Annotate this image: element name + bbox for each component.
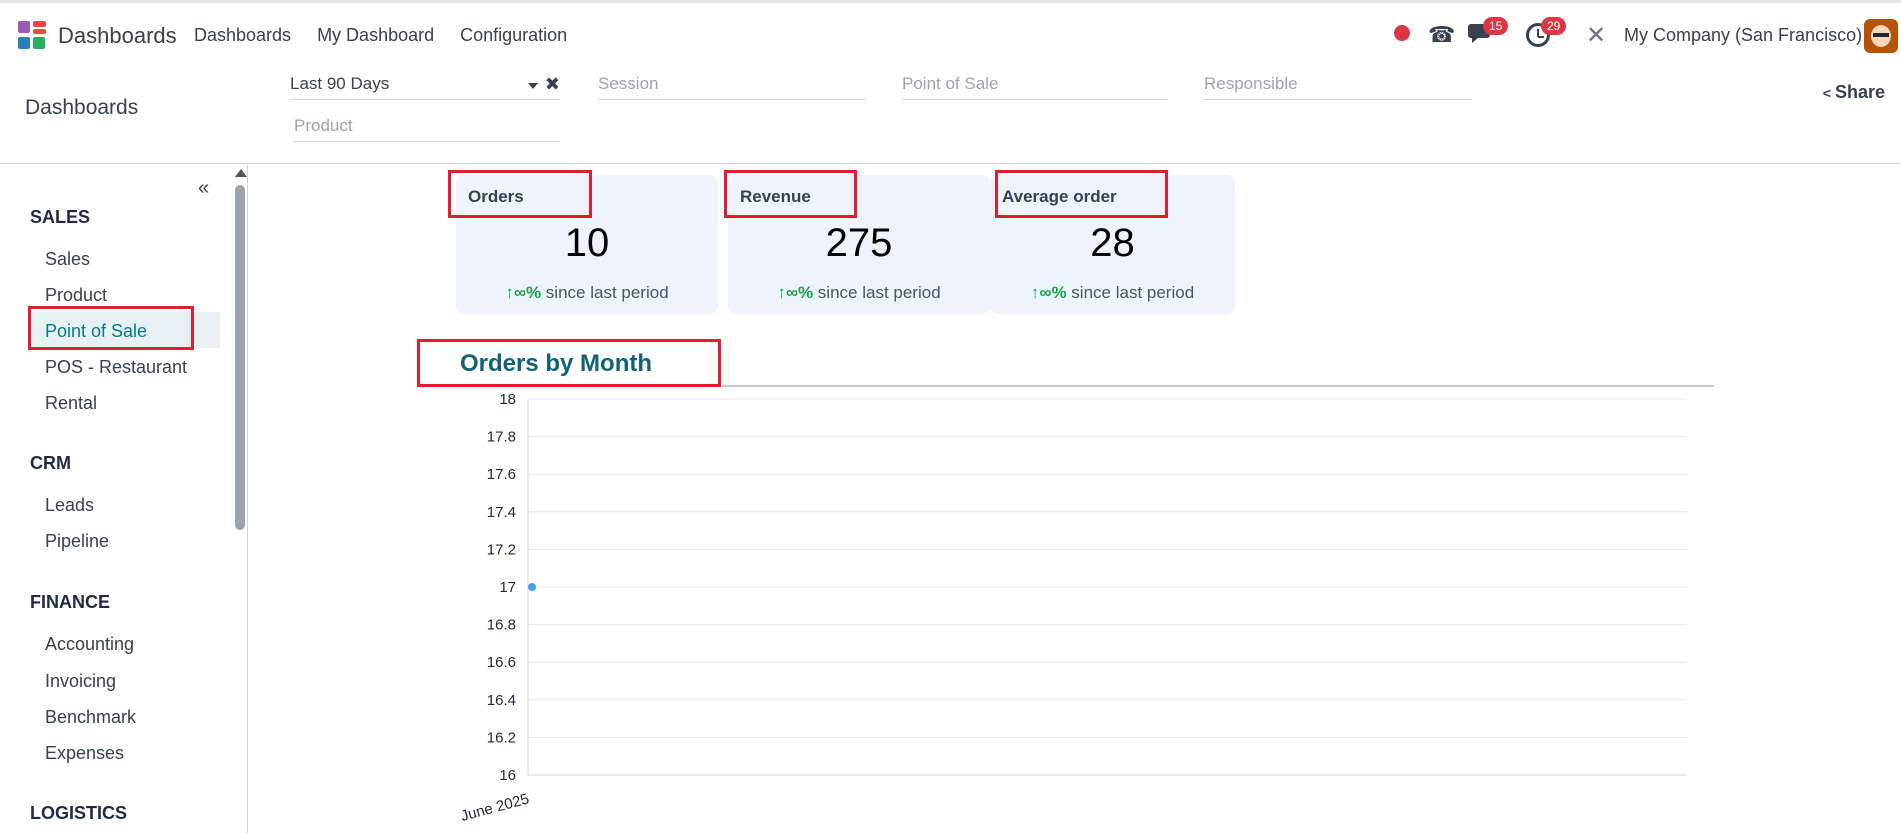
sidebar-item-expenses[interactable]: Expenses: [45, 743, 124, 764]
activity-count-badge: 29: [1541, 17, 1567, 35]
sidebar-section-logistics: LOGISTICS: [30, 803, 128, 823]
sidebar-item-accounting[interactable]: Accounting: [45, 634, 134, 655]
user-avatar[interactable]: [1864, 19, 1898, 53]
chart-data-point: [528, 583, 536, 591]
point-of-sale-filter[interactable]: Point of Sale: [902, 74, 1167, 100]
trend-up-icon: ↑∞%: [1030, 283, 1067, 302]
trend-up-icon: ↑∞%: [505, 283, 542, 302]
dashboards-app-icon[interactable]: [18, 21, 46, 49]
recording-indicator-icon[interactable]: [1394, 25, 1410, 41]
product-filter-placeholder: Product: [294, 116, 353, 135]
kpi-value: 275: [825, 221, 893, 265]
sidebar-item-sales[interactable]: Sales: [45, 249, 90, 270]
pos-filter-placeholder: Point of Sale: [902, 74, 999, 93]
kpi-value: 10: [564, 221, 610, 265]
chart-y-tick-label: 17: [499, 579, 516, 596]
sidebar-item-leads[interactable]: Leads: [45, 495, 94, 516]
sidebar-item-pipeline[interactable]: Pipeline: [45, 531, 109, 552]
highlight-box-revenue: [724, 170, 857, 218]
session-filter-placeholder: Session: [598, 74, 659, 93]
chart-y-tick-label: 17.2: [487, 541, 516, 558]
product-filter[interactable]: Product: [294, 116, 560, 142]
scrollbar-thumb[interactable]: [235, 185, 245, 530]
date-filter[interactable]: Last 90 Days ✖: [290, 74, 560, 100]
session-filter[interactable]: Session: [598, 74, 866, 100]
chart-y-tick-label: 17.8: [487, 429, 516, 446]
menu-my-dashboard[interactable]: My Dashboard: [317, 25, 434, 46]
trend-up-icon: ↑∞%: [777, 283, 814, 302]
share-button[interactable]: < Share: [1823, 82, 1885, 103]
phone-icon[interactable]: ☎: [1428, 22, 1455, 48]
sidebar-item-rental[interactable]: Rental: [45, 393, 97, 414]
chart-y-tick-label: 16.8: [487, 617, 516, 634]
chart-y-tick-label: 18: [499, 391, 516, 408]
chat-count-badge: 15: [1483, 17, 1509, 35]
debug-tools-icon[interactable]: ✕: [1586, 21, 1606, 50]
kpi-trend: ↑∞% since last period: [728, 283, 990, 303]
chart-x-tick-label: June 2025: [459, 790, 531, 825]
highlight-box-orders: [448, 170, 592, 218]
sidebar-section-crm: CRM: [30, 453, 71, 473]
kpi-trend: ↑∞% since last period: [456, 283, 718, 303]
share-label: Share: [1834, 82, 1885, 102]
highlight-box-chart-title: [417, 339, 721, 387]
date-filter-value: Last 90 Days: [290, 74, 390, 93]
highlight-box-average-order: [995, 170, 1168, 218]
chart-y-tick-label: 16.6: [487, 654, 516, 671]
top-navbar: Dashboards Dashboards My Dashboard Confi…: [0, 0, 1901, 64]
sidebar-item-pos-restaurant[interactable]: POS - Restaurant: [45, 357, 187, 378]
sidebar-item-benchmark[interactable]: Benchmark: [45, 707, 136, 728]
menu-dashboards[interactable]: Dashboards: [194, 25, 291, 46]
chart-y-tick-label: 17.4: [487, 504, 516, 521]
collapse-sidebar-icon[interactable]: «: [198, 177, 209, 200]
company-switcher[interactable]: My Company (San Francisco): [1624, 25, 1862, 46]
kpi-trend-text: since last period: [541, 283, 669, 302]
scroll-up-arrow-icon[interactable]: [235, 169, 247, 177]
sidebar-item-product[interactable]: Product: [45, 285, 107, 306]
responsible-filter[interactable]: Responsible: [1204, 74, 1472, 100]
chart-y-tick-label: 16.2: [487, 729, 516, 746]
app-name[interactable]: Dashboards: [58, 23, 177, 49]
kpi-trend-text: since last period: [813, 283, 941, 302]
kpi-value: 28: [1090, 221, 1135, 265]
sidebar-section-sales: SALES: [30, 207, 91, 227]
clear-filter-icon[interactable]: ✖: [545, 74, 560, 95]
responsible-filter-placeholder: Responsible: [1204, 74, 1298, 93]
sidebar-scrollbar[interactable]: [234, 165, 247, 833]
highlight-box-point-of-sale: [28, 306, 194, 350]
kpi-trend-text: since last period: [1066, 283, 1195, 302]
chart-y-tick-label: 17.6: [487, 466, 516, 483]
dashboard-sidebar: « SALES Sales Product Point of Sale POS …: [0, 165, 248, 833]
chevron-down-icon[interactable]: [528, 83, 538, 89]
menu-configuration[interactable]: Configuration: [460, 25, 567, 46]
share-icon: <: [1822, 85, 1831, 101]
control-panel: Dashboards Last 90 Days ✖ Session Point …: [0, 64, 1901, 164]
kpi-trend: ↑∞% since last period: [990, 283, 1235, 303]
main-menu: Dashboards My Dashboard Configuration: [194, 25, 567, 46]
breadcrumb: Dashboards: [25, 96, 139, 119]
chart-y-tick-label: 16.4: [487, 692, 516, 709]
sidebar-item-invoicing[interactable]: Invoicing: [45, 671, 116, 692]
chart-y-tick-label: 16: [499, 767, 516, 784]
sidebar-section-finance: FINANCE: [30, 592, 110, 612]
